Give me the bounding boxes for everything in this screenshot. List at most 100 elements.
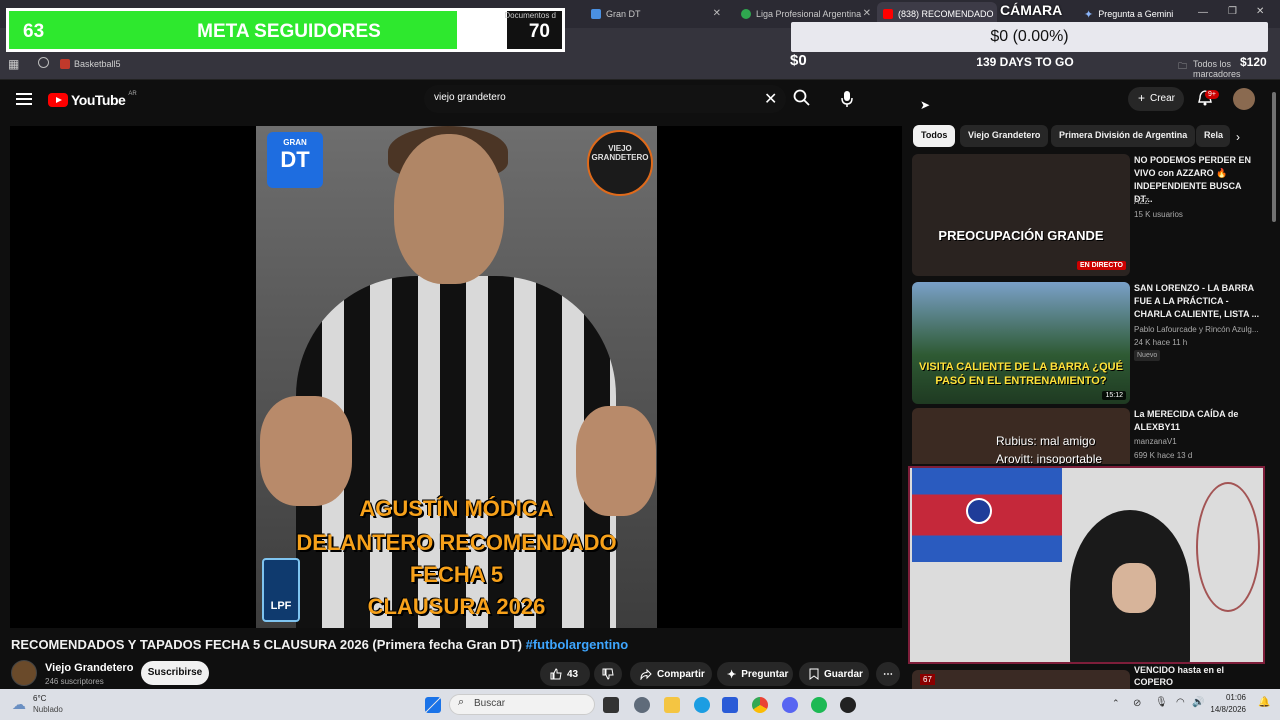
thumbs-up-icon <box>550 668 562 680</box>
chrome-icon[interactable] <box>752 697 768 713</box>
video-player[interactable]: GRAN DT VIEJO GRANDETERO AGUSTÍN MÓDICA … <box>10 126 902 628</box>
donation-raised: $0 <box>790 52 807 69</box>
video-duration: 15:12 <box>1102 391 1126 400</box>
recommendation-channel[interactable]: AZZ <box>1134 197 1149 206</box>
close-tab-icon[interactable]: ✕ <box>713 8 721 19</box>
recommendation-item[interactable]: PREOCUPACIÓN GRANDE EN DIRECTO NO PODEMO… <box>912 154 1267 278</box>
youtube-logo[interactable]: YouTube AR <box>48 91 137 108</box>
volume-icon[interactable]: 🔊 <box>1192 697 1204 708</box>
gdt-logo-big: DT <box>280 147 310 172</box>
hashtag-link[interactable]: #futbolargentino <box>526 637 629 652</box>
basketball-favicon-icon <box>60 59 70 69</box>
recommendation-title-partial[interactable]: VENCIDO hasta en el COPERO <box>1134 664 1264 688</box>
restore-icon[interactable]: ❐ <box>1228 6 1237 17</box>
microphone-tray-icon[interactable]: 🎙 <box>1155 697 1168 708</box>
youtube-play-icon <box>48 93 68 107</box>
more-actions-button[interactable]: ⋯ <box>876 662 900 686</box>
donation-amount: $0 (0.00%) <box>990 28 1069 45</box>
close-window-icon[interactable]: ✕ <box>1256 6 1264 17</box>
recommendation-meta: 15 K usuarios <box>1134 210 1183 219</box>
recommendation-title[interactable]: La MERECIDA CAÍDA de ALEXBY11 <box>1134 408 1262 434</box>
taskbar-search-label[interactable]: Buscar <box>474 698 505 709</box>
gemini-label: Pregunta a Gemini <box>1098 9 1174 19</box>
thumb-line-3: FECHA 5 <box>409 562 504 587</box>
new-badge: Nuevo <box>1134 350 1161 361</box>
recommendation-thumbnail[interactable]: Rubius: mal amigo Arovitt: insoportable <box>912 408 1130 464</box>
microphone-icon[interactable] <box>840 90 854 108</box>
youtube-header: YouTube AR viejo grandetero <box>0 80 1280 120</box>
app-icon[interactable] <box>840 697 856 713</box>
weather-desc: Nublado <box>33 705 63 714</box>
minimize-icon[interactable]: — <box>1198 7 1208 18</box>
chip-primera-division[interactable]: Primera División de Argentina <box>1051 125 1196 147</box>
recommendation-meta: 699 K hace 13 d <box>1134 451 1193 460</box>
recommendation-channel[interactable]: Pablo Lafourcade y Rincón Azulg... <box>1134 325 1262 334</box>
tab-documentos-partial: Documentos d <box>504 11 556 20</box>
ask-label: Preguntar <box>741 668 789 680</box>
search-box[interactable]: viejo grandetero <box>424 85 786 113</box>
settings-gear-icon[interactable] <box>634 697 650 713</box>
folder-icon: 🗀 <box>1178 61 1188 71</box>
recommendation-title[interactable]: NO PODEMOS PERDER EN VIVO con AZZARO 🔥 I… <box>1134 154 1262 206</box>
recommendation-title[interactable]: SAN LORENZO - LA BARRA FUE A LA PRÁCTICA… <box>1134 282 1262 321</box>
chip-todos[interactable]: Todos <box>913 125 956 147</box>
recommendation-thumbnail[interactable]: PREOCUPACIÓN GRANDE EN DIRECTO <box>912 154 1130 276</box>
recommendation-item[interactable]: VISITA CALIENTE DE LA BARRA ¿QUÉ PASÓ EN… <box>912 282 1267 406</box>
channel-name[interactable]: Viejo Grandetero <box>45 662 133 674</box>
notifications-badge: 9+ <box>1205 90 1219 99</box>
chevron-right-icon[interactable]: › <box>1236 130 1240 144</box>
gran-dt-favicon-icon <box>591 9 601 19</box>
share-button[interactable]: Compartir <box>630 662 712 686</box>
windows-start-icon[interactable] <box>425 697 441 713</box>
lpf-logo: LPF <box>262 558 300 622</box>
subscriber-count: 246 suscriptores <box>45 677 104 686</box>
like-button[interactable]: 43 <box>540 662 590 686</box>
player-face <box>394 134 504 284</box>
file-explorer-icon[interactable] <box>664 697 680 713</box>
chevron-up-icon[interactable]: ⌃ <box>1112 698 1120 709</box>
search-icon[interactable] <box>792 88 812 108</box>
thumb-caption: VISITA CALIENTE DE LA BARRA ¿QUÉ PASÓ EN… <box>919 361 1123 387</box>
viejo-grandetero-badge: VIEJO GRANDETERO <box>587 130 653 196</box>
recommendation-thumbnail-partial[interactable]: 67 <box>912 670 1130 689</box>
chip-viejo-grandetero[interactable]: Viejo Grandetero <box>960 125 1049 147</box>
edge-icon[interactable] <box>694 697 710 713</box>
save-button[interactable]: Guardar <box>799 662 869 686</box>
bookmark-basketball5[interactable]: Basketball5 <box>74 59 121 69</box>
clear-search-icon[interactable]: ✕ <box>764 89 777 109</box>
recommendation-item[interactable]: Rubius: mal amigo Arovitt: insoportable … <box>912 408 1267 464</box>
chip-relacionados[interactable]: Rela <box>1196 125 1230 147</box>
taskbar-search[interactable] <box>449 694 595 715</box>
menu-icon[interactable] <box>16 93 32 105</box>
create-button[interactable]: Crear <box>1128 87 1184 111</box>
subscribe-button[interactable]: Suscribirse <box>141 661 209 685</box>
close-tab-icon[interactable]: ✕ <box>863 8 871 19</box>
task-view-icon[interactable] <box>603 697 619 713</box>
channel-avatar[interactable] <box>11 660 37 686</box>
video-title-text: RECOMENDADOS Y TAPADOS FECHA 5 CLAUSURA … <box>11 637 522 652</box>
page-scrollbar[interactable] <box>1272 92 1276 222</box>
tray-icon[interactable]: ⊘ <box>1133 698 1141 709</box>
ask-button[interactable]: ✦ Preguntar <box>717 662 793 686</box>
account-avatar[interactable] <box>1233 88 1255 110</box>
discord-icon[interactable] <box>782 697 798 713</box>
video-frame: GRAN DT VIEJO GRANDETERO AGUSTÍN MÓDICA … <box>256 126 657 628</box>
tab-gran-dt[interactable]: Gran DT ✕ <box>585 2 725 26</box>
spotify-icon[interactable] <box>811 697 827 713</box>
notification-center-icon[interactable]: 🔔 <box>1258 697 1270 708</box>
thumb-caption: PREOCUPACIÓN GRANDE <box>938 228 1104 243</box>
recommendation-channel[interactable]: manzanaV1 <box>1134 437 1177 446</box>
store-icon[interactable] <box>722 697 738 713</box>
recommendation-thumbnail[interactable]: VISITA CALIENTE DE LA BARRA ¿QUÉ PASÓ EN… <box>912 282 1130 404</box>
mouse-cursor-icon: ➤ <box>920 98 931 112</box>
wifi-icon[interactable]: ◠ <box>1176 697 1185 708</box>
thumb-caption: Rubius: mal amigo <box>996 434 1096 448</box>
thumb-caption-2: Arovitt: insoportable <box>996 452 1103 464</box>
clock-date: 14/8/2026 <box>1210 705 1246 714</box>
tab-label: (838) RECOMENDADO <box>898 9 994 19</box>
globe-icon[interactable] <box>38 57 49 68</box>
search-input[interactable]: viejo grandetero <box>434 92 506 103</box>
taskbar-search-icon: ⌕ <box>458 696 465 708</box>
dislike-button[interactable] <box>594 662 622 686</box>
apps-grid-icon[interactable]: ▦ <box>8 57 19 71</box>
